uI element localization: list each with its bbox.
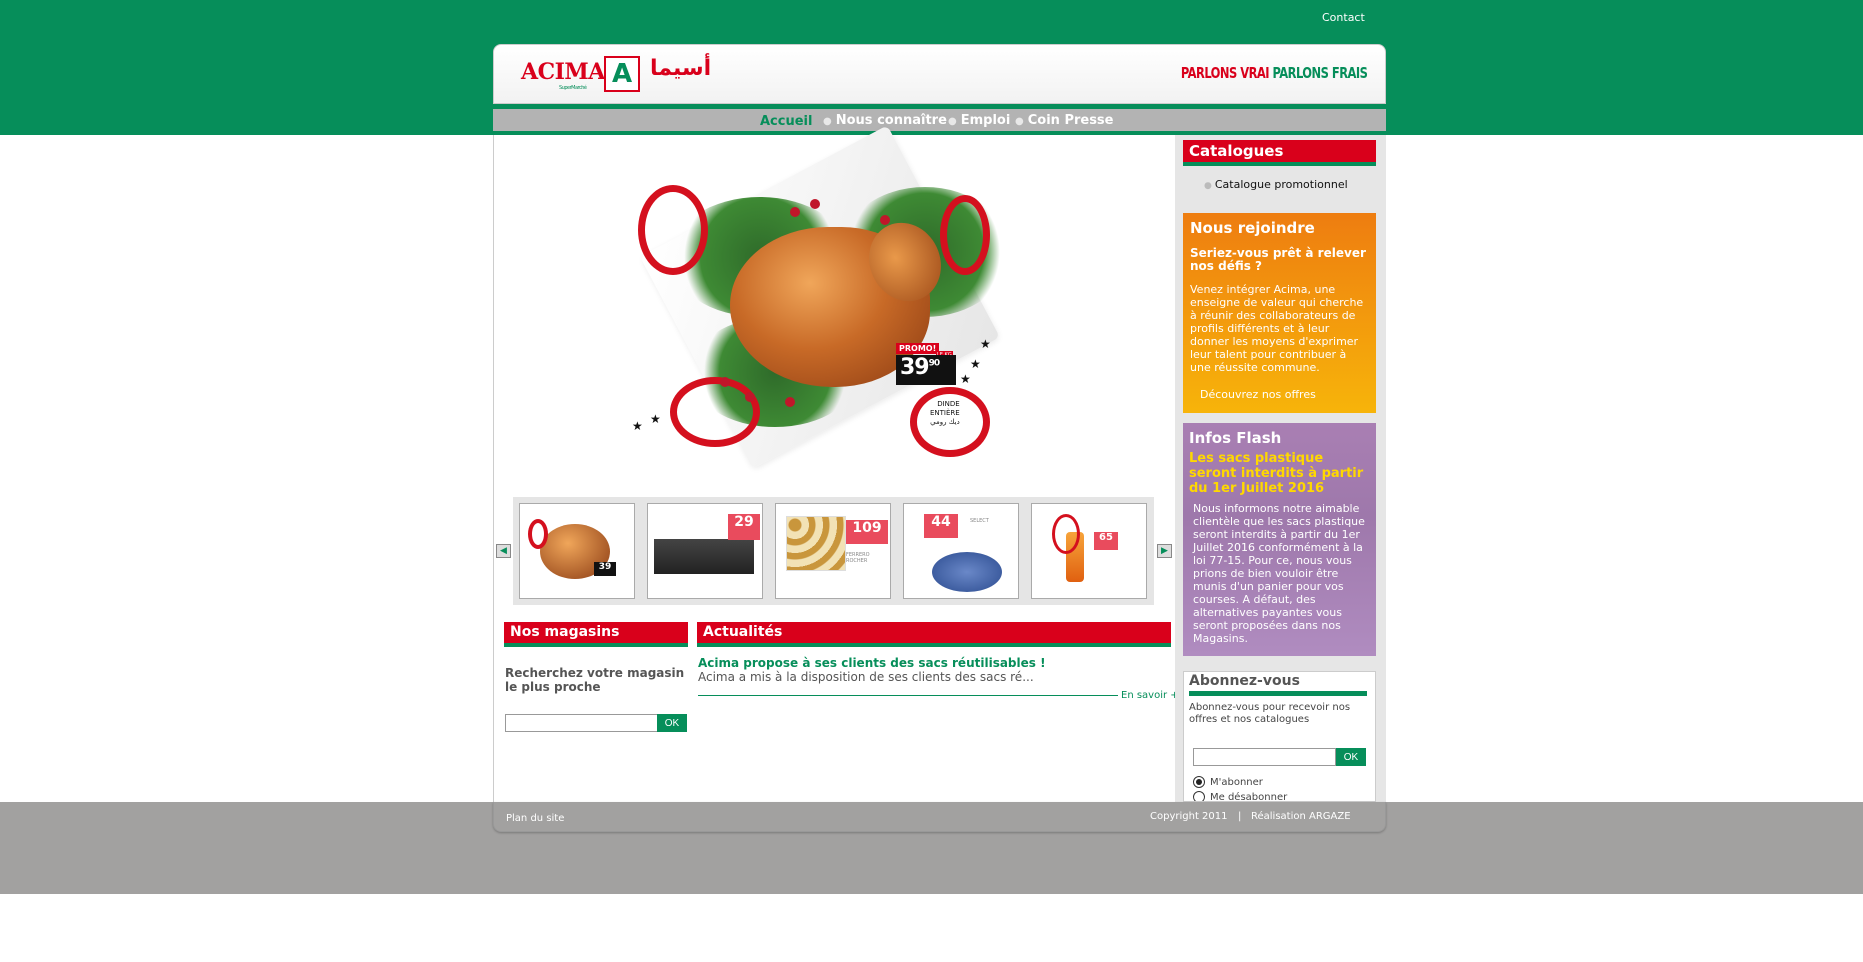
star-icon: ★ [632, 419, 643, 433]
join-heading: Nous rejoindre [1190, 219, 1315, 237]
bullet-icon: ● [948, 116, 957, 127]
subscribe-text: Abonnez-vous pour recevoir nos offres et… [1189, 702, 1351, 725]
news-excerpt: Acima a mis à la disposition de ses clie… [698, 670, 1034, 684]
carousel-next-arrow-icon[interactable]: ▶ [1157, 544, 1172, 558]
bullet-icon: ● [1204, 181, 1212, 191]
berry-shape [720, 377, 730, 387]
product-caption: DINDE ENTIÈRE ديك رومي [930, 400, 960, 427]
header-divider [493, 104, 1386, 108]
berry-shape [810, 199, 820, 209]
acima-logo[interactable]: ACIMA SuperMarché [521, 59, 605, 91]
logo-latin-text: ACIMA [521, 59, 605, 85]
news-divider [698, 695, 1118, 696]
slogan: PARLONS VRAI PARLONS FRAIS [1180, 64, 1368, 82]
thumbnail-1[interactable]: 39 [519, 503, 635, 599]
caption-line: DINDE [937, 400, 960, 408]
subscribe-ok-button[interactable]: OK [1336, 748, 1366, 766]
site-footer: Plan du site Copyright 2011 | Réalisatio… [493, 802, 1386, 832]
ribbon-shape [670, 377, 760, 447]
catalogues-heading: Catalogues [1183, 140, 1376, 166]
join-body: Venez intégrer Acima, une enseigne de va… [1190, 283, 1364, 374]
catalogue-link-label: Catalogue promotionnel [1214, 178, 1348, 191]
thumb-price: 29 [728, 514, 760, 540]
site-header: ACIMA SuperMarché A أسيما PARLONS VRAI P… [493, 44, 1386, 104]
thumbnail-3[interactable]: 109 FERRERO ROCHER [775, 503, 891, 599]
star-icon: ★ [980, 337, 991, 351]
flash-body: Nous informons notre aimable clientèle q… [1193, 502, 1365, 645]
subscribe-option[interactable]: M'abonner [1193, 776, 1263, 788]
thumbnail-2[interactable]: 29 [647, 503, 763, 599]
footer-separator: | [1238, 811, 1242, 822]
thumbnail-4[interactable]: 44 SELECT [903, 503, 1019, 599]
thumb-price: 65 [1094, 532, 1118, 550]
nav-item-label: Nous connaître [835, 113, 947, 128]
news-title-link[interactable]: Acima propose à ses clients des sacs réu… [698, 656, 1046, 670]
subscribe-option-label: M'abonner [1210, 776, 1263, 788]
join-subheading: Seriez-vous prêt à relever nos défis ? [1190, 246, 1366, 273]
copyright-text: Copyright 2011 [1150, 811, 1228, 822]
slogan-part2: PARLONS FRAIS [1272, 64, 1367, 82]
thumb-label: SELECT [970, 518, 989, 524]
logo-subtitle: SuperMarché [559, 85, 587, 91]
news-more-link[interactable]: En savoir + [1121, 690, 1179, 701]
join-us-panel: Nous rejoindre Seriez-vous prêt à releve… [1183, 213, 1376, 413]
nav-item-label: Emploi [960, 113, 1011, 128]
berry-shape [745, 392, 755, 402]
unsubscribe-option[interactable]: Me désabonner [1193, 791, 1288, 802]
promo-badge: PROMO! [896, 343, 940, 354]
stores-heading: Nos magasins [504, 622, 688, 647]
main-nav: Accueil ● Nous connaître ● Emploi ● Coin Pr… [493, 109, 1386, 133]
logo-emblem-icon: A [604, 56, 640, 92]
unsubscribe-option-label: Me désabonner [1210, 791, 1288, 802]
thumb-price: 109 [846, 520, 888, 544]
price-value: 3990 [896, 355, 956, 385]
nav-item-nous-connaitre[interactable]: ● Nous connaître [823, 113, 947, 128]
thumbnail-carousel: 39 29 109 FERRERO ROCHER 44 SELECT 65 [513, 497, 1154, 605]
ribbon-shape [638, 185, 708, 275]
star-icon: ★ [970, 357, 981, 371]
berry-shape [880, 215, 890, 225]
subscribe-panel: Abonnez-vous Abonnez-vous pour recevoir … [1183, 671, 1376, 802]
store-search-input[interactable] [505, 714, 658, 732]
nav-item-emploi[interactable]: ● Emploi [948, 113, 1010, 128]
nav-item-label: Coin Presse [1027, 113, 1114, 128]
stores-description: Recherchez votre magasin le plus proche [505, 666, 685, 694]
realisation-link[interactable]: Réalisation ARGAZE [1251, 811, 1351, 822]
logo-arabic: أسيما [650, 56, 712, 81]
flash-heading: Infos Flash [1189, 429, 1282, 447]
thumb-price: 39 [594, 562, 616, 576]
subscribe-heading: Abonnez-vous [1189, 673, 1367, 696]
star-icon: ★ [960, 372, 971, 386]
bullet-icon: ● [823, 116, 832, 127]
nav-item-coin-presse[interactable]: ● Coin Presse [1015, 113, 1114, 128]
thumb-price: 44 [924, 514, 958, 538]
contact-link[interactable]: Contact [1322, 11, 1365, 24]
subscribe-email-input[interactable] [1193, 748, 1336, 766]
infos-flash-panel: Infos Flash Les sacs plastique seront in… [1183, 423, 1376, 656]
berry-shape [790, 207, 800, 217]
nav-item-accueil[interactable]: Accueil [760, 114, 812, 129]
bullet-icon: ● [1015, 116, 1024, 127]
discover-offers-link[interactable]: Découvrez nos offres [1200, 388, 1316, 401]
thumb-label: FERRERO ROCHER [846, 552, 870, 564]
price-tag: PROMO! LE KG 3990 [896, 343, 958, 393]
star-icon: ★ [650, 412, 661, 426]
hero-promo-image[interactable]: ★ ★ ★ ★ ★ PROMO! LE KG 3990 DINDE ENTIÈR… [610, 125, 1060, 477]
catalogue-promotionnel-link[interactable]: ● Catalogue promotionnel [1204, 178, 1348, 191]
caption-arabic: ديك رومي [930, 418, 960, 426]
thumbnail-5[interactable]: 65 [1031, 503, 1147, 599]
carousel-prev-arrow-icon[interactable]: ◀ [496, 544, 511, 558]
caption-line: ENTIÈRE [930, 409, 960, 417]
news-heading: Actualités [697, 622, 1171, 647]
sitemap-link[interactable]: Plan du site [506, 813, 564, 824]
price-integer: 39 [900, 355, 930, 380]
store-search-ok-button[interactable]: OK [657, 714, 687, 732]
price-decimal: 90 [928, 358, 940, 369]
radio-selected-icon[interactable] [1193, 776, 1205, 788]
ribbon-shape [940, 195, 990, 275]
berry-shape [785, 397, 795, 407]
radio-unselected-icon[interactable] [1193, 791, 1205, 801]
slogan-part1: PARLONS VRAI [1180, 64, 1270, 82]
flash-title[interactable]: Les sacs plastique seront interdits à pa… [1189, 451, 1370, 496]
